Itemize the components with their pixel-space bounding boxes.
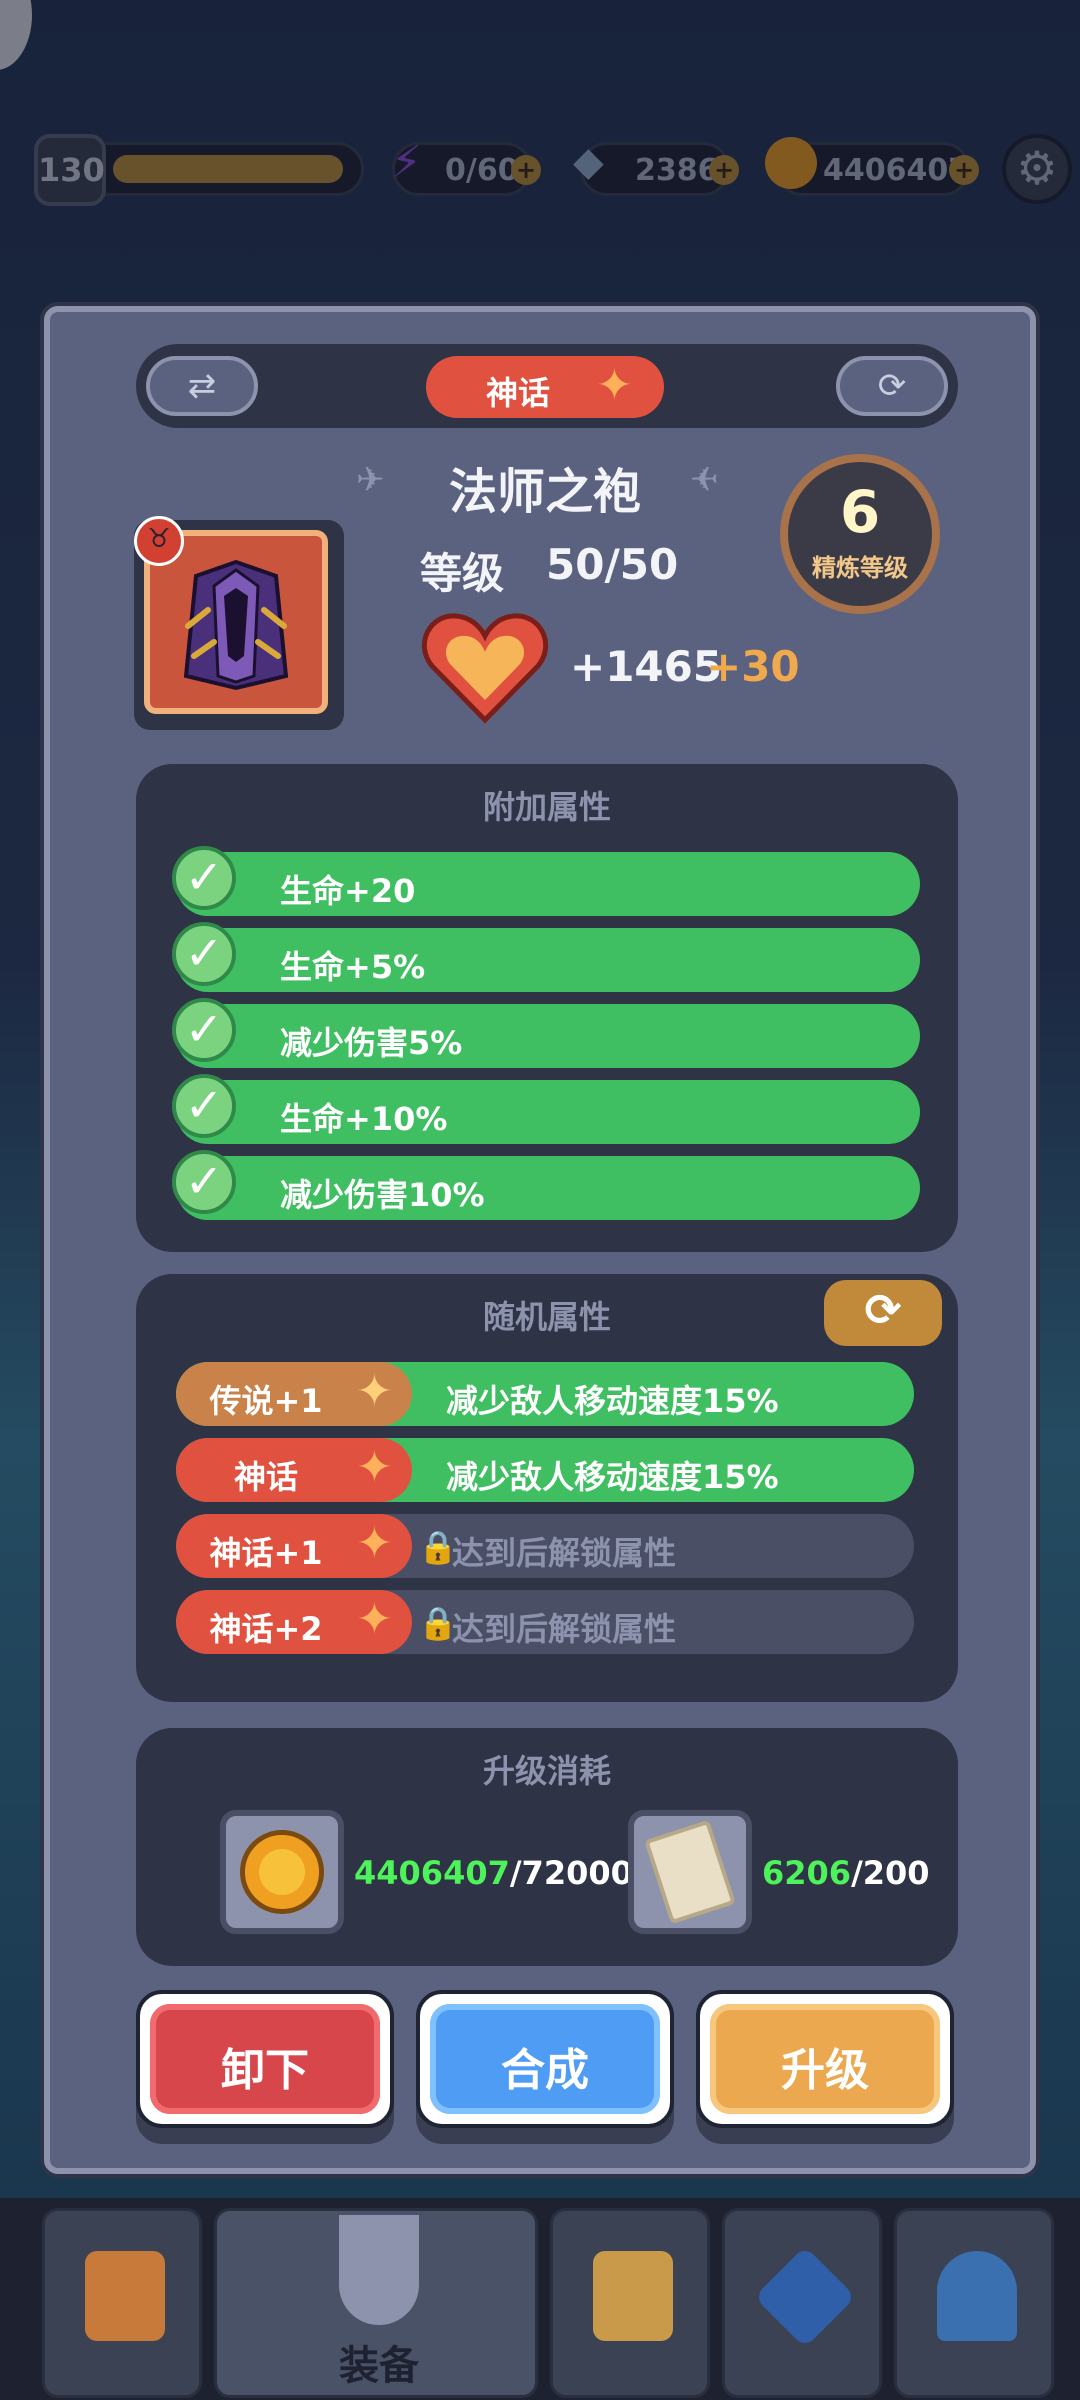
level-value: 50/50 (546, 540, 679, 589)
sparkle-icon: ✦ (356, 1518, 393, 1569)
dice-icon (754, 2246, 856, 2348)
gold-cost-slot[interactable] (220, 1810, 344, 1934)
random-attr-row: 神话 ✦ 减少敌人移动速度15% (176, 1438, 914, 1502)
bonus-attr-row: ✓ 减少伤害10% (172, 1150, 920, 1220)
shield-sword-icon (339, 2215, 419, 2325)
bottom-navigation: 装备 (0, 2198, 1080, 2400)
sparkle-icon: ✦ (356, 1594, 393, 1645)
random-attr-row: 传说+1 ✦ 减少敌人移动速度15% (176, 1362, 914, 1426)
rarity-tag: 神话 ✦ (426, 356, 664, 418)
level-label: 等级 (420, 549, 505, 598)
item-name: 法师之袍 (448, 464, 641, 520)
bonus-attr-row: ✓ 生命+5% (172, 922, 920, 992)
sparkle-icon: ✦ (356, 1442, 393, 1493)
bonus-attributes-panel: 附加属性 ✓ 生命+20 ✓ 生命+5% ✓ 减少伤害5% ✓ 生命+10% ✓… (136, 764, 958, 1252)
chest-icon (85, 2251, 165, 2341)
bonus-attr-row: ✓ 减少伤害5% (172, 998, 920, 1068)
upgrade-scroll-icon (644, 1819, 736, 1925)
upgrade-button[interactable]: 升级 (696, 1990, 954, 2128)
heart-icon (421, 613, 549, 724)
upgrade-cost-panel: 升级消耗 4406407/72000 6206/200 (136, 1728, 958, 1966)
sparkle-icon: ✦ (596, 360, 633, 411)
rarity-tag: 传说+1 ✦ (176, 1362, 412, 1426)
nav-guild[interactable] (894, 2208, 1054, 2398)
random-attr-row-locked: 神话+2 ✦ 🔒 达到后解锁属性 (176, 1590, 914, 1654)
gold-coin-icon (240, 1830, 324, 1914)
item-icon-frame: ♉ (134, 516, 344, 730)
check-icon: ✓ (172, 998, 236, 1062)
bonus-attr-row: ✓ 生命+10% (172, 1074, 920, 1144)
reroll-attributes-button[interactable]: ⟳ (824, 1280, 942, 1346)
unequip-button[interactable]: 卸下 (136, 1990, 394, 2128)
right-wing-ornament: ✈ (690, 460, 719, 500)
check-icon: ✓ (172, 846, 236, 910)
merge-button[interactable]: 合成 (416, 1990, 674, 2128)
hp-value: +1465 (570, 642, 723, 691)
equipped-badge-icon: ♉ (134, 516, 184, 566)
refine-level-badge[interactable]: 6 精炼等级 (780, 454, 940, 614)
armor-icon (593, 2251, 673, 2341)
check-icon: ✓ (172, 922, 236, 986)
random-attr-row-locked: 神话+1 ✦ 🔒 达到后解锁属性 (176, 1514, 914, 1578)
nav-shop[interactable] (42, 2208, 202, 2398)
rarity-tag: 神话+1 ✦ (176, 1514, 412, 1578)
check-icon: ✓ (172, 1150, 236, 1214)
scroll-cost-slot[interactable] (628, 1810, 752, 1934)
equipment-detail-dialog: ⇄ 神话 ✦ ⟳ ✈ 法师之袍 ✈ ♉ 等级 50/50 +1465 +30 6… (44, 306, 1036, 2174)
nav-character[interactable] (550, 2208, 710, 2398)
sparkle-icon: ✦ (356, 1366, 393, 1417)
swap-next-button[interactable]: ⟳ (836, 356, 948, 416)
hp-bonus: +30 (706, 642, 800, 691)
random-attributes-panel: 随机属性 ⟳ 传说+1 ✦ 减少敌人移动速度15% 神话 ✦ 减少敌人移动速度1… (136, 1274, 958, 1702)
check-icon: ✓ (172, 1074, 236, 1138)
header-bar: ⇄ 神话 ✦ ⟳ (136, 344, 958, 428)
rarity-tag: 神话 ✦ (176, 1438, 412, 1502)
left-wing-ornament: ✈ (356, 460, 385, 500)
nav-equipment[interactable]: 装备 (214, 2208, 538, 2398)
temple-icon (937, 2251, 1017, 2341)
bonus-attr-row: ✓ 生命+20 (172, 846, 920, 916)
nav-skills[interactable] (722, 2208, 882, 2398)
swap-prev-button[interactable]: ⇄ (146, 356, 258, 416)
gold-cost-text: 4406407/72000 (354, 1854, 633, 1892)
scroll-cost-text: 6206/200 (762, 1854, 930, 1892)
rarity-tag: 神话+2 ✦ (176, 1590, 412, 1654)
mage-robe-icon (183, 559, 289, 691)
